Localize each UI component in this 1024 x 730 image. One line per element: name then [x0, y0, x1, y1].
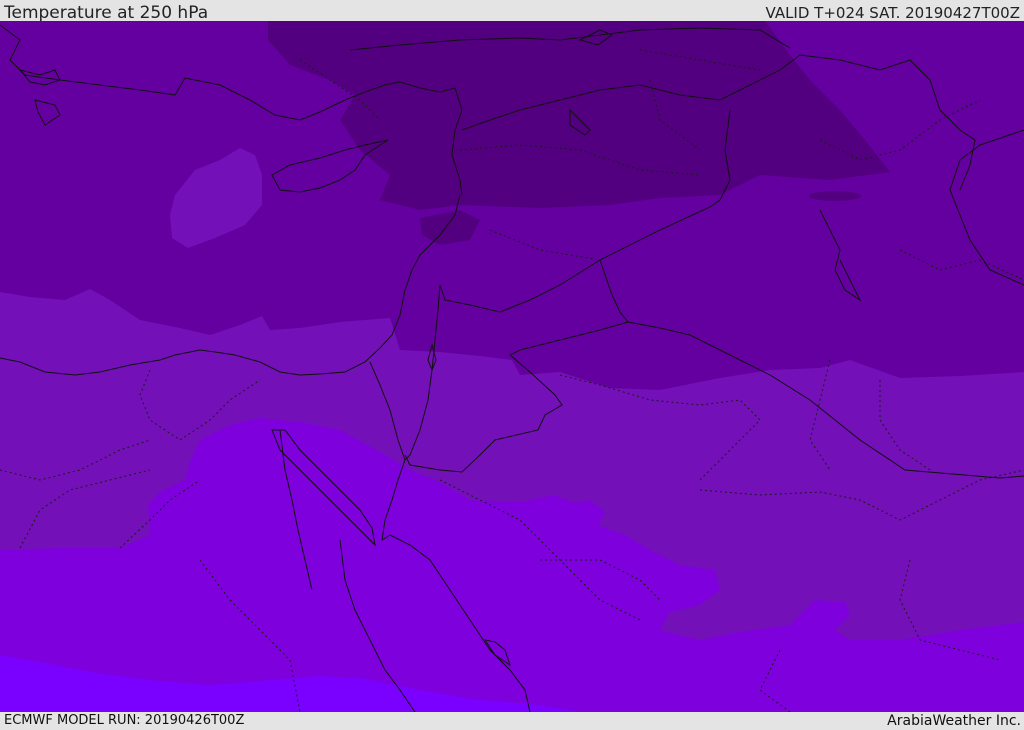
temperature-map [0, 21, 1024, 712]
band-coldest-spot [809, 191, 861, 201]
map-title: Temperature at 250 hPa [4, 3, 209, 23]
valid-time: VALID T+024 SAT. 20190427T00Z [765, 4, 1020, 22]
map-footer: ECMWF MODEL RUN: 20190426T00Z ArabiaWeat… [0, 712, 1024, 729]
model-run: ECMWF MODEL RUN: 20190426T00Z [4, 713, 245, 728]
credit: ArabiaWeather Inc. [887, 713, 1021, 729]
map-header: Temperature at 250 hPa VALID T+024 SAT. … [0, 0, 1024, 23]
map-area [0, 21, 1024, 712]
